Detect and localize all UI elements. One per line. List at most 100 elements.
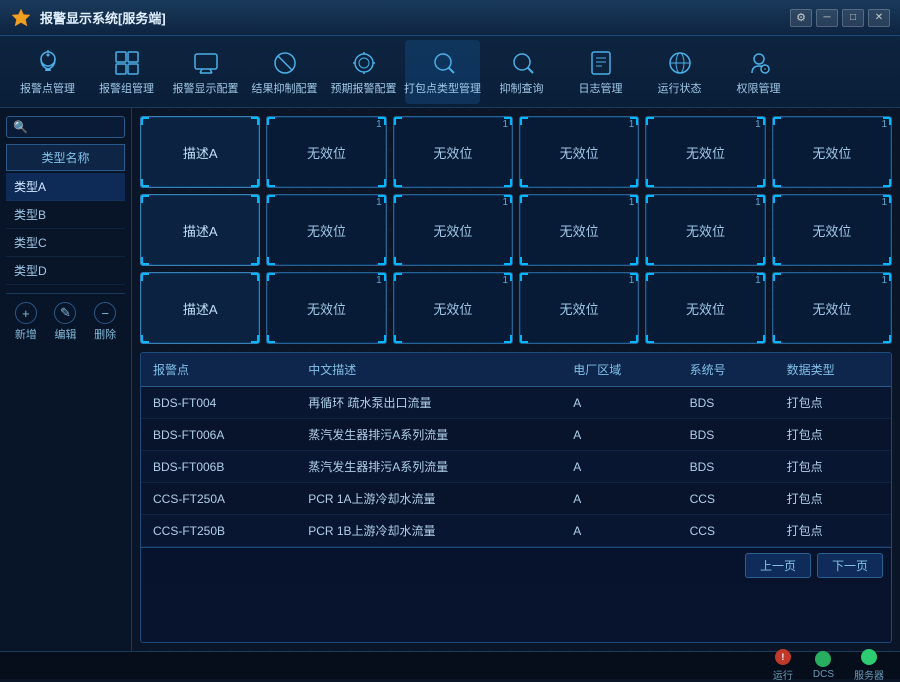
corner-tl-decoration xyxy=(267,117,275,125)
corner-br-decoration xyxy=(251,335,259,343)
table-row[interactable]: BDS-FT006A蒸汽发生器排污A系列流量ABDS打包点 xyxy=(141,419,891,451)
alarm-card-2-5[interactable]: 1 无效位 xyxy=(772,272,892,344)
corner-bl-decoration xyxy=(267,257,275,265)
table-cell-1-0: BDS-FT006A xyxy=(141,419,296,451)
corner-br-decoration xyxy=(251,257,259,265)
table-cell-2-0: BDS-FT006B xyxy=(141,451,296,483)
table-row[interactable]: BDS-FT004再循环 疏水泵出口流量ABDS打包点 xyxy=(141,387,891,419)
toolbar-item-auth-mgr[interactable]: 权限管理 xyxy=(721,40,796,104)
card-number: 1 xyxy=(755,275,761,286)
toolbar-item-alarm-point[interactable]: 报警点管理 xyxy=(10,40,85,104)
alarm-card-0-5[interactable]: 1无效位 xyxy=(772,116,892,188)
alarm-card-2-1[interactable]: 1无效位 xyxy=(266,272,386,344)
corner-br-decoration xyxy=(630,335,638,343)
corner-bl-decoration xyxy=(141,179,149,187)
corner-tl-decoration xyxy=(646,195,654,203)
alarm-card-1-0[interactable]: 描述A xyxy=(140,194,260,266)
sidebar-item-3[interactable]: 类型D xyxy=(6,257,125,285)
alarm-card-0-3[interactable]: 1无效位 xyxy=(519,116,639,188)
toolbar-item-pack-type[interactable]: 打包点类型管理 xyxy=(405,40,480,104)
alarm-card-2-2[interactable]: 1无效位 xyxy=(393,272,513,344)
toolbar-item-alarm-group[interactable]: 报警组管理 xyxy=(89,40,164,104)
toolbar-item-log-mgr[interactable]: 日志管理 xyxy=(563,40,638,104)
corner-br-decoration xyxy=(504,179,512,187)
alarm-card-0-2[interactable]: 1无效位 xyxy=(393,116,513,188)
table-cell-3-4: 打包点 xyxy=(775,483,891,515)
table-cell-2-3: BDS xyxy=(678,451,775,483)
corner-br-decoration xyxy=(883,335,891,343)
alarm-card-0-0[interactable]: 描述A xyxy=(140,116,260,188)
table-cell-4-2: A xyxy=(561,515,677,547)
main-area: 🔍 类型名称 类型A类型B类型C类型D + 新增 ✎ 编辑 − 删除 描述A 1 无… xyxy=(0,108,900,651)
card-grid: 描述A1无效位1无效位1无效位1无效位1无效位描述A1无效位1无效位1无效位1无… xyxy=(140,116,892,344)
table-row[interactable]: BDS-FT006B蒸汽发生器排污A系列流量ABDS打包点 xyxy=(141,451,891,483)
toolbar-item-pre-alarm[interactable]: 预期报警配置 xyxy=(326,40,401,104)
sidebar-item-0[interactable]: 类型A xyxy=(6,173,125,201)
sidebar: 🔍 类型名称 类型A类型B类型C类型D + 新增 ✎ 编辑 − 删除 xyxy=(0,108,132,651)
table-col-header-0: 报警点 xyxy=(141,353,296,387)
corner-tl-decoration xyxy=(141,117,149,125)
alarm-card-2-3[interactable]: 1无效位 xyxy=(519,272,639,344)
maximize-button[interactable]: □ xyxy=(842,9,864,27)
toolbar-item-run-status[interactable]: 运行状态 xyxy=(642,40,717,104)
card-number: 1 xyxy=(376,119,382,130)
sidebar-actions: + 新增 ✎ 编辑 − 删除 xyxy=(6,293,125,342)
table-row[interactable]: CCS-FT250APCR 1A上游冷却水流量ACCS打包点 xyxy=(141,483,891,515)
delete-button[interactable]: − 删除 xyxy=(94,302,116,342)
settings-button[interactable]: ⚙ xyxy=(790,9,812,27)
edit-button[interactable]: ✎ 编辑 xyxy=(54,302,76,342)
sidebar-item-2[interactable]: 类型C xyxy=(6,229,125,257)
alarm-card-1-2[interactable]: 1无效位 xyxy=(393,194,513,266)
corner-tl-decoration xyxy=(773,117,781,125)
corner-bl-decoration xyxy=(394,335,402,343)
card-label: 无效位 xyxy=(433,143,472,162)
alarm-card-1-4[interactable]: 1无效位 xyxy=(645,194,765,266)
title-bar-right: ⚙ ─ □ ✕ xyxy=(790,9,890,27)
card-label: 无效位 xyxy=(812,299,851,318)
alarm-card-1-5[interactable]: 1无效位 xyxy=(772,194,892,266)
alarm-card-0-4[interactable]: 1无效位 xyxy=(645,116,765,188)
card-label: 无效位 xyxy=(812,143,851,162)
table-cell-2-4: 打包点 xyxy=(775,451,891,483)
toolbar-item-suppress-query[interactable]: 抑制查询 xyxy=(484,40,559,104)
alarm-card-1-1[interactable]: 1无效位 xyxy=(266,194,386,266)
edit-label: 编辑 xyxy=(54,326,76,342)
next-page-button[interactable]: 下一页 xyxy=(817,553,883,578)
minimize-button[interactable]: ─ xyxy=(816,9,838,27)
table-cell-3-0: CCS-FT250A xyxy=(141,483,296,515)
table-cell-1-2: A xyxy=(561,419,677,451)
corner-bl-decoration xyxy=(394,179,402,187)
toolbar-label-suppress-result: 结果抑制配置 xyxy=(252,83,318,96)
toolbar-item-alarm-display[interactable]: 报警显示配置 xyxy=(168,40,243,104)
search-input[interactable] xyxy=(28,121,118,133)
toolbar-item-suppress-result[interactable]: 结果抑制配置 xyxy=(247,40,322,104)
corner-tl-decoration xyxy=(646,117,654,125)
prev-page-button[interactable]: 上一页 xyxy=(745,553,811,578)
search-bar[interactable]: 🔍 xyxy=(6,116,125,138)
alarm-card-2-0[interactable]: 描述A xyxy=(140,272,260,344)
alarm-card-0-1[interactable]: 1无效位 xyxy=(266,116,386,188)
toolbar: 报警点管理报警组管理 报警显示配置结果抑制配置预期报警配置打包点类型管理抑制查询日… xyxy=(0,36,900,108)
close-button[interactable]: ✕ xyxy=(868,9,890,27)
card-label: 描述A xyxy=(183,221,218,240)
table-cell-2-2: A xyxy=(561,451,677,483)
add-button[interactable]: + 新增 xyxy=(15,302,37,342)
toolbar-label-alarm-group: 报警组管理 xyxy=(99,83,154,96)
table-row[interactable]: CCS-FT250BPCR 1B上游冷却水流量ACCS打包点 xyxy=(141,515,891,547)
table-cell-4-3: CCS xyxy=(678,515,775,547)
corner-tl-decoration xyxy=(267,273,275,281)
toolbar-icon-log-mgr xyxy=(585,47,617,79)
content-area: 描述A1无效位1无效位1无效位1无效位1无效位描述A1无效位1无效位1无效位1无… xyxy=(132,108,900,651)
toolbar-label-pack-type: 打包点类型管理 xyxy=(404,83,481,96)
corner-tl-decoration xyxy=(394,273,402,281)
toolbar-icon-auth-mgr xyxy=(743,47,775,79)
alarm-card-2-4[interactable]: 1无效位 xyxy=(645,272,765,344)
sidebar-item-1[interactable]: 类型B xyxy=(6,201,125,229)
corner-tr-decoration xyxy=(251,195,259,203)
corner-bl-decoration xyxy=(773,179,781,187)
delete-icon: − xyxy=(94,302,116,324)
alarm-card-1-3[interactable]: 1无效位 xyxy=(519,194,639,266)
edit-icon: ✎ xyxy=(54,302,76,324)
table-cell-1-4: 打包点 xyxy=(775,419,891,451)
card-number: 1 xyxy=(881,275,887,286)
